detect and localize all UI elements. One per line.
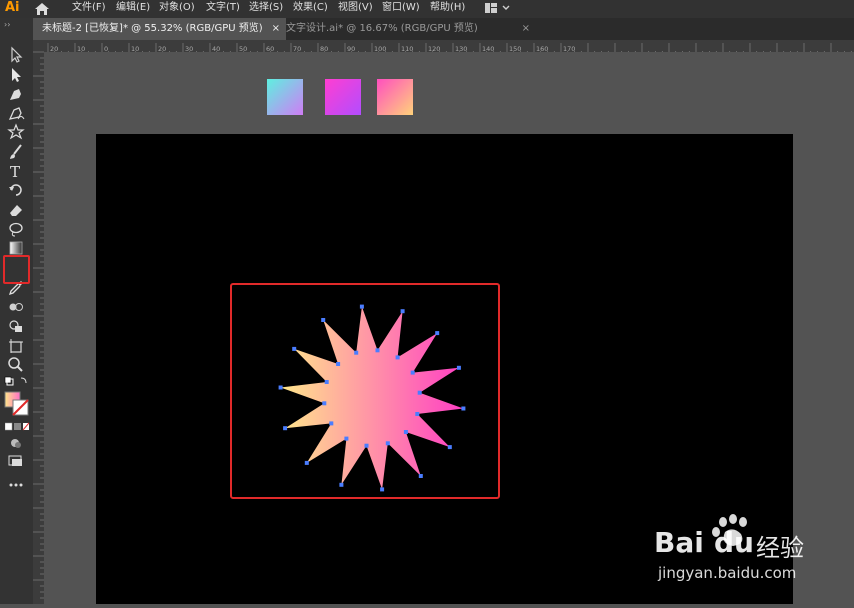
watermark-label: 经验 xyxy=(756,534,804,562)
selection-highlight-box xyxy=(230,283,500,499)
watermark-brand-2: du xyxy=(714,526,754,559)
baidu-watermark: Bai du 经验 jingyan.baidu.com xyxy=(650,512,850,592)
watermark-brand: Bai xyxy=(654,526,704,559)
watermark-url: jingyan.baidu.com xyxy=(658,564,797,582)
